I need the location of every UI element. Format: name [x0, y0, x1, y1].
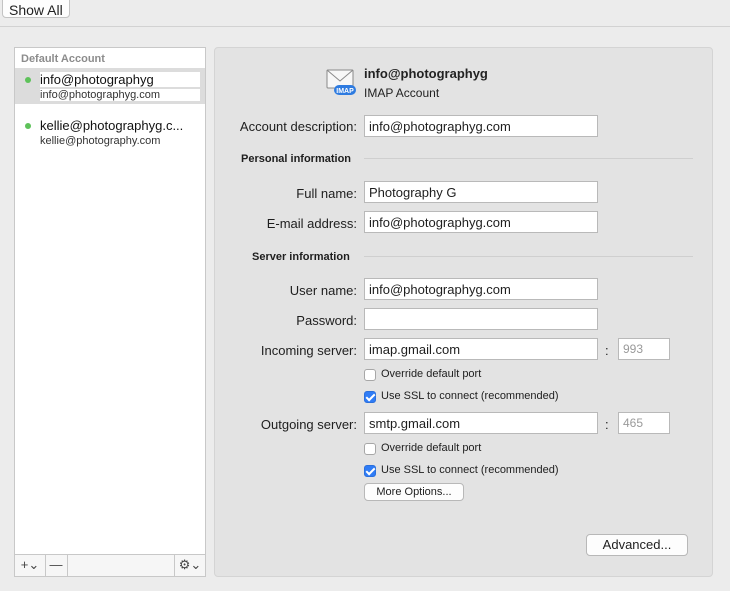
user-name-field[interactable]: [364, 278, 598, 300]
outgoing-ssl-checkbox[interactable]: [364, 465, 376, 477]
incoming-ssl-label: Use SSL to connect (recommended): [381, 390, 559, 402]
sidebar-toolbar: +⌄ — ⚙⌄: [15, 554, 205, 576]
incoming-override-port-checkbox[interactable]: [364, 369, 376, 381]
online-status-icon: [25, 77, 31, 83]
incoming-port-field[interactable]: [618, 338, 670, 360]
account-item-name: info@photographyg: [40, 72, 200, 87]
email-address-field[interactable]: [364, 211, 598, 233]
online-status-icon: [25, 123, 31, 129]
port-separator: :: [605, 417, 609, 432]
email-address-label: E-mail address:: [266, 216, 357, 231]
account-description-label: Account description:: [239, 119, 357, 134]
minus-icon: —: [49, 557, 63, 572]
section-divider: [364, 158, 693, 159]
gear-icon: ⚙⌄: [178, 557, 202, 572]
show-all-label: Show All: [9, 2, 63, 18]
port-separator: :: [605, 343, 609, 358]
more-options-button[interactable]: More Options...: [364, 483, 464, 501]
password-label: Password:: [296, 313, 357, 328]
server-information-heading: Server information: [252, 251, 350, 263]
outgoing-port-field[interactable]: [618, 412, 670, 434]
incoming-server-field[interactable]: [364, 338, 598, 360]
account-description-field[interactable]: [364, 115, 598, 137]
sidebar-header: Default Account: [21, 53, 105, 65]
account-item-email: kellie@photography.com: [40, 135, 161, 147]
outgoing-server-field[interactable]: [364, 412, 598, 434]
full-name-label: Full name:: [296, 186, 357, 201]
imap-badge-label: IMAP: [336, 88, 354, 95]
remove-account-button[interactable]: —: [45, 555, 68, 576]
advanced-button[interactable]: Advanced...: [586, 534, 688, 556]
plus-icon: +⌄: [20, 557, 40, 572]
section-divider: [364, 256, 693, 257]
personal-information-heading: Personal information: [241, 153, 352, 165]
full-name-field[interactable]: [364, 181, 598, 203]
account-type-label: IMAP Account: [364, 86, 440, 100]
incoming-override-port-label: Override default port: [381, 368, 482, 380]
toolbar: Show All: [0, 0, 730, 27]
account-actions-button[interactable]: ⚙⌄: [174, 555, 205, 576]
incoming-ssl-checkbox[interactable]: [364, 391, 376, 403]
account-item-name: kellie@photographyg.c...: [40, 118, 184, 133]
incoming-server-label: Incoming server:: [260, 343, 357, 358]
show-all-button[interactable]: Show All: [2, 0, 70, 18]
outgoing-server-label: Outgoing server:: [260, 417, 357, 432]
outgoing-ssl-label: Use SSL to connect (recommended): [381, 464, 559, 476]
add-account-button[interactable]: +⌄: [15, 555, 46, 576]
envelope-icon: IMAP: [326, 69, 356, 95]
outgoing-override-port-checkbox[interactable]: [364, 443, 376, 455]
account-item-email: info@photographyg.com: [40, 89, 200, 101]
account-display-name: info@photographyg: [364, 66, 488, 81]
outgoing-override-port-label: Override default port: [381, 442, 482, 454]
account-item-info[interactable]: info@photographyg info@photographyg.com: [15, 68, 205, 104]
user-name-label: User name:: [289, 283, 357, 298]
password-field[interactable]: [364, 308, 598, 330]
